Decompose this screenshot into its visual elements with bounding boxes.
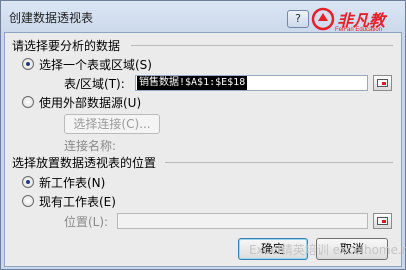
radio-select-table[interactable] xyxy=(22,58,34,70)
dialog-body: 请选择要分析的数据 选择一个表或区域(S) 表/区域(T): 销售数据!$A$1… xyxy=(4,32,402,267)
radio-external-source[interactable] xyxy=(22,96,34,108)
radio-select-table-label: 选择一个表或区域(S) xyxy=(39,58,152,72)
table-range-collapse-button[interactable] xyxy=(373,75,392,91)
section-choose-data-title: 请选择要分析的数据 xyxy=(12,39,121,53)
radio-existing-worksheet-label: 现有工作表(E) xyxy=(39,195,116,209)
section-divider xyxy=(131,45,393,46)
table-range-input[interactable]: 销售数据!$A$1:$E$18 xyxy=(135,75,368,91)
section-divider xyxy=(165,162,393,163)
logo-icon xyxy=(311,7,335,31)
location-label: 位置(L): xyxy=(64,215,109,229)
table-range-value: 销售数据!$A$1:$E$18 xyxy=(137,76,248,90)
help-button[interactable]: ? xyxy=(287,10,309,28)
section-placement-title: 选择放置数据透视表的位置 xyxy=(12,156,157,170)
connection-name-label: 连接名称: xyxy=(64,139,117,153)
radio-external-source-label: 使用外部数据源(U) xyxy=(39,96,142,110)
location-input[interactable] xyxy=(117,213,368,229)
watermark-text: Excel精英培训 excelhome.net xyxy=(249,243,406,257)
radio-new-worksheet[interactable] xyxy=(22,176,34,188)
radio-new-worksheet-label: 新工作表(N) xyxy=(39,176,106,190)
radio-existing-worksheet[interactable] xyxy=(22,195,34,207)
create-pivot-table-dialog: 创建数据透视表 ? 非凡教育 FeiFan Education 请选择要分析的数… xyxy=(0,0,406,270)
table-range-label: 表/区域(T): xyxy=(64,77,125,91)
dialog-title: 创建数据透视表 xyxy=(9,11,94,25)
location-collapse-button[interactable] xyxy=(373,213,392,229)
collapse-dialog-icon xyxy=(377,79,388,87)
choose-connection-button[interactable]: 选择连接(C)... xyxy=(64,114,160,134)
collapse-dialog-icon xyxy=(377,217,388,225)
